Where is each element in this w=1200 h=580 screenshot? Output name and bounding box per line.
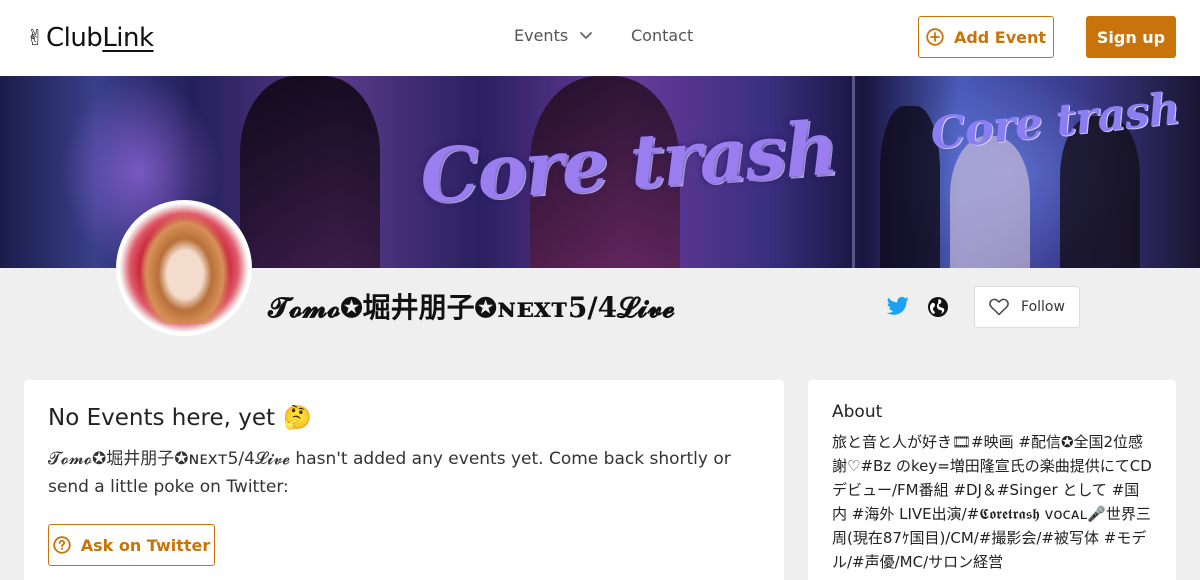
avatar-portrait bbox=[140, 214, 230, 324]
profile-avatar bbox=[116, 200, 252, 336]
plus-circle-icon bbox=[926, 28, 944, 46]
globe-icon[interactable] bbox=[927, 296, 949, 318]
ask-on-twitter-button[interactable]: Ask on Twitter bbox=[48, 524, 215, 566]
events-card: No Events here, yet 🤔 𝓣𝓸𝓶𝓸✪堀井朋子✪ɴᴇxᴛ5/4𝓛… bbox=[24, 380, 784, 580]
sign-up-button[interactable]: Sign up bbox=[1086, 16, 1176, 58]
victory-hand-icon: ✌ bbox=[26, 25, 44, 51]
nav-contact-link[interactable]: Contact bbox=[631, 26, 693, 45]
nav-events-label: Events bbox=[514, 26, 569, 45]
events-card-title: No Events here, yet 🤔 bbox=[48, 404, 760, 432]
follow-label: Follow bbox=[1021, 299, 1065, 315]
events-card-description: 𝓣𝓸𝓶𝓸✪堀井朋子✪ɴᴇxᴛ5/4𝓛𝓲𝓿𝓮 hasn't added any e… bbox=[48, 449, 731, 497]
heart-icon bbox=[989, 298, 1009, 316]
nav-events-dropdown[interactable]: Events bbox=[514, 26, 593, 45]
logo-prefix: Club bbox=[45, 23, 103, 53]
events-card-title-text: No Events here, yet bbox=[48, 404, 276, 431]
band-logo-large: Core trash bbox=[417, 105, 840, 221]
about-bio-text: 旅と音と人が好き🎞#映画 #配信✪全国2位感謝♡#Bz のkey=増田隆宣氏の楽… bbox=[832, 433, 1152, 571]
help-circle-icon bbox=[53, 536, 71, 554]
add-event-label: Add Event bbox=[953, 27, 1047, 47]
chevron-down-icon bbox=[580, 31, 593, 39]
logo-suffix: Link bbox=[102, 23, 154, 53]
clublink-logo[interactable]: ✌ Club Link bbox=[26, 20, 154, 56]
about-card: About 旅と音と人が好き🎞#映画 #配信✪全国2位感謝♡#Bz のkey=増… bbox=[808, 380, 1176, 580]
profile-name: 𝓣𝓸𝓶𝓸✪堀井朋子✪ɴᴇxᴛ5/4𝓛𝓲𝓿𝓮 bbox=[268, 291, 675, 324]
thinking-face-icon: 🤔 bbox=[283, 405, 312, 431]
follow-button[interactable]: Follow bbox=[974, 286, 1080, 328]
ask-on-twitter-label: Ask on Twitter bbox=[80, 535, 211, 555]
banner-divider bbox=[852, 76, 855, 268]
about-card-title: About bbox=[832, 402, 883, 422]
banner-figure bbox=[240, 76, 380, 268]
add-event-button[interactable]: Add Event bbox=[918, 16, 1054, 58]
top-header: ✌ Club Link Events Contact Add Event Sign … bbox=[0, 0, 1200, 76]
twitter-icon[interactable] bbox=[887, 296, 909, 316]
